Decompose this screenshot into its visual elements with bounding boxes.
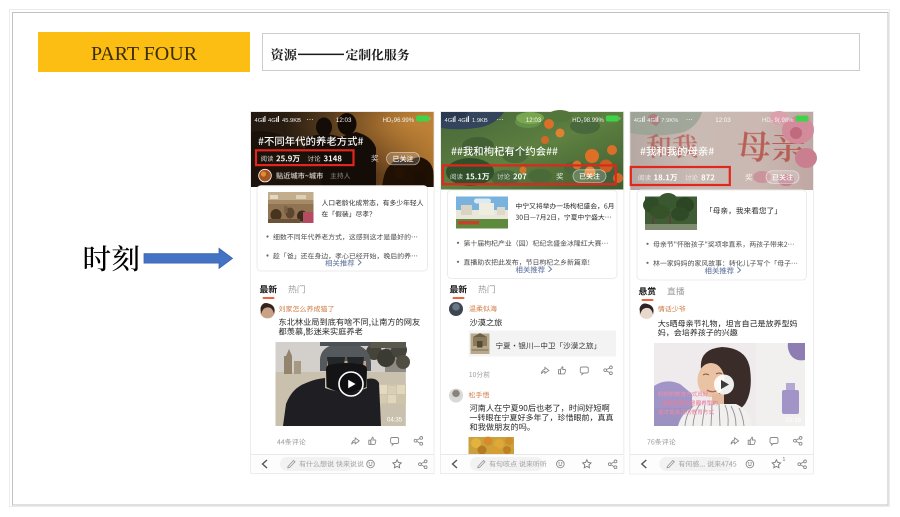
svg-text:HD₂: HD₂ bbox=[383, 118, 395, 124]
svg-text:96.99%: 96.99% bbox=[394, 118, 415, 124]
svg-text:⋯: ⋯ bbox=[497, 117, 504, 124]
svg-text:1.9KB: 1.9KB bbox=[472, 118, 488, 124]
svg-text:04:35: 04:35 bbox=[387, 418, 403, 424]
svg-text:45.9KB: 45.9KB bbox=[282, 118, 301, 124]
svg-text:1: 1 bbox=[782, 457, 785, 463]
svg-text:HD₂: HD₂ bbox=[762, 118, 774, 124]
svg-text:4G: 4G bbox=[634, 118, 642, 124]
svg-text:HD₂: HD₂ bbox=[572, 118, 584, 124]
svg-text:4G: 4G bbox=[268, 118, 276, 124]
svg-text:12:03: 12:03 bbox=[336, 117, 352, 124]
svg-text:9(.98%: 9(.98% bbox=[774, 118, 794, 124]
svg-text:01:19: 01:19 bbox=[786, 418, 802, 424]
svg-text:7.9K%: 7.9K% bbox=[661, 118, 678, 124]
svg-text:4G: 4G bbox=[445, 118, 453, 124]
svg-text:4G: 4G bbox=[255, 118, 263, 124]
svg-text:PART FOUR: PART FOUR bbox=[91, 43, 198, 65]
svg-text:4G: 4G bbox=[647, 118, 655, 124]
svg-text:98.99%: 98.99% bbox=[583, 118, 604, 124]
svg-text:12:03: 12:03 bbox=[715, 117, 731, 124]
svg-text:4G: 4G bbox=[458, 118, 466, 124]
svg-text:12:03: 12:03 bbox=[526, 117, 542, 124]
svg-text:⋯: ⋯ bbox=[686, 117, 693, 124]
svg-text:⋯: ⋯ bbox=[307, 117, 314, 124]
